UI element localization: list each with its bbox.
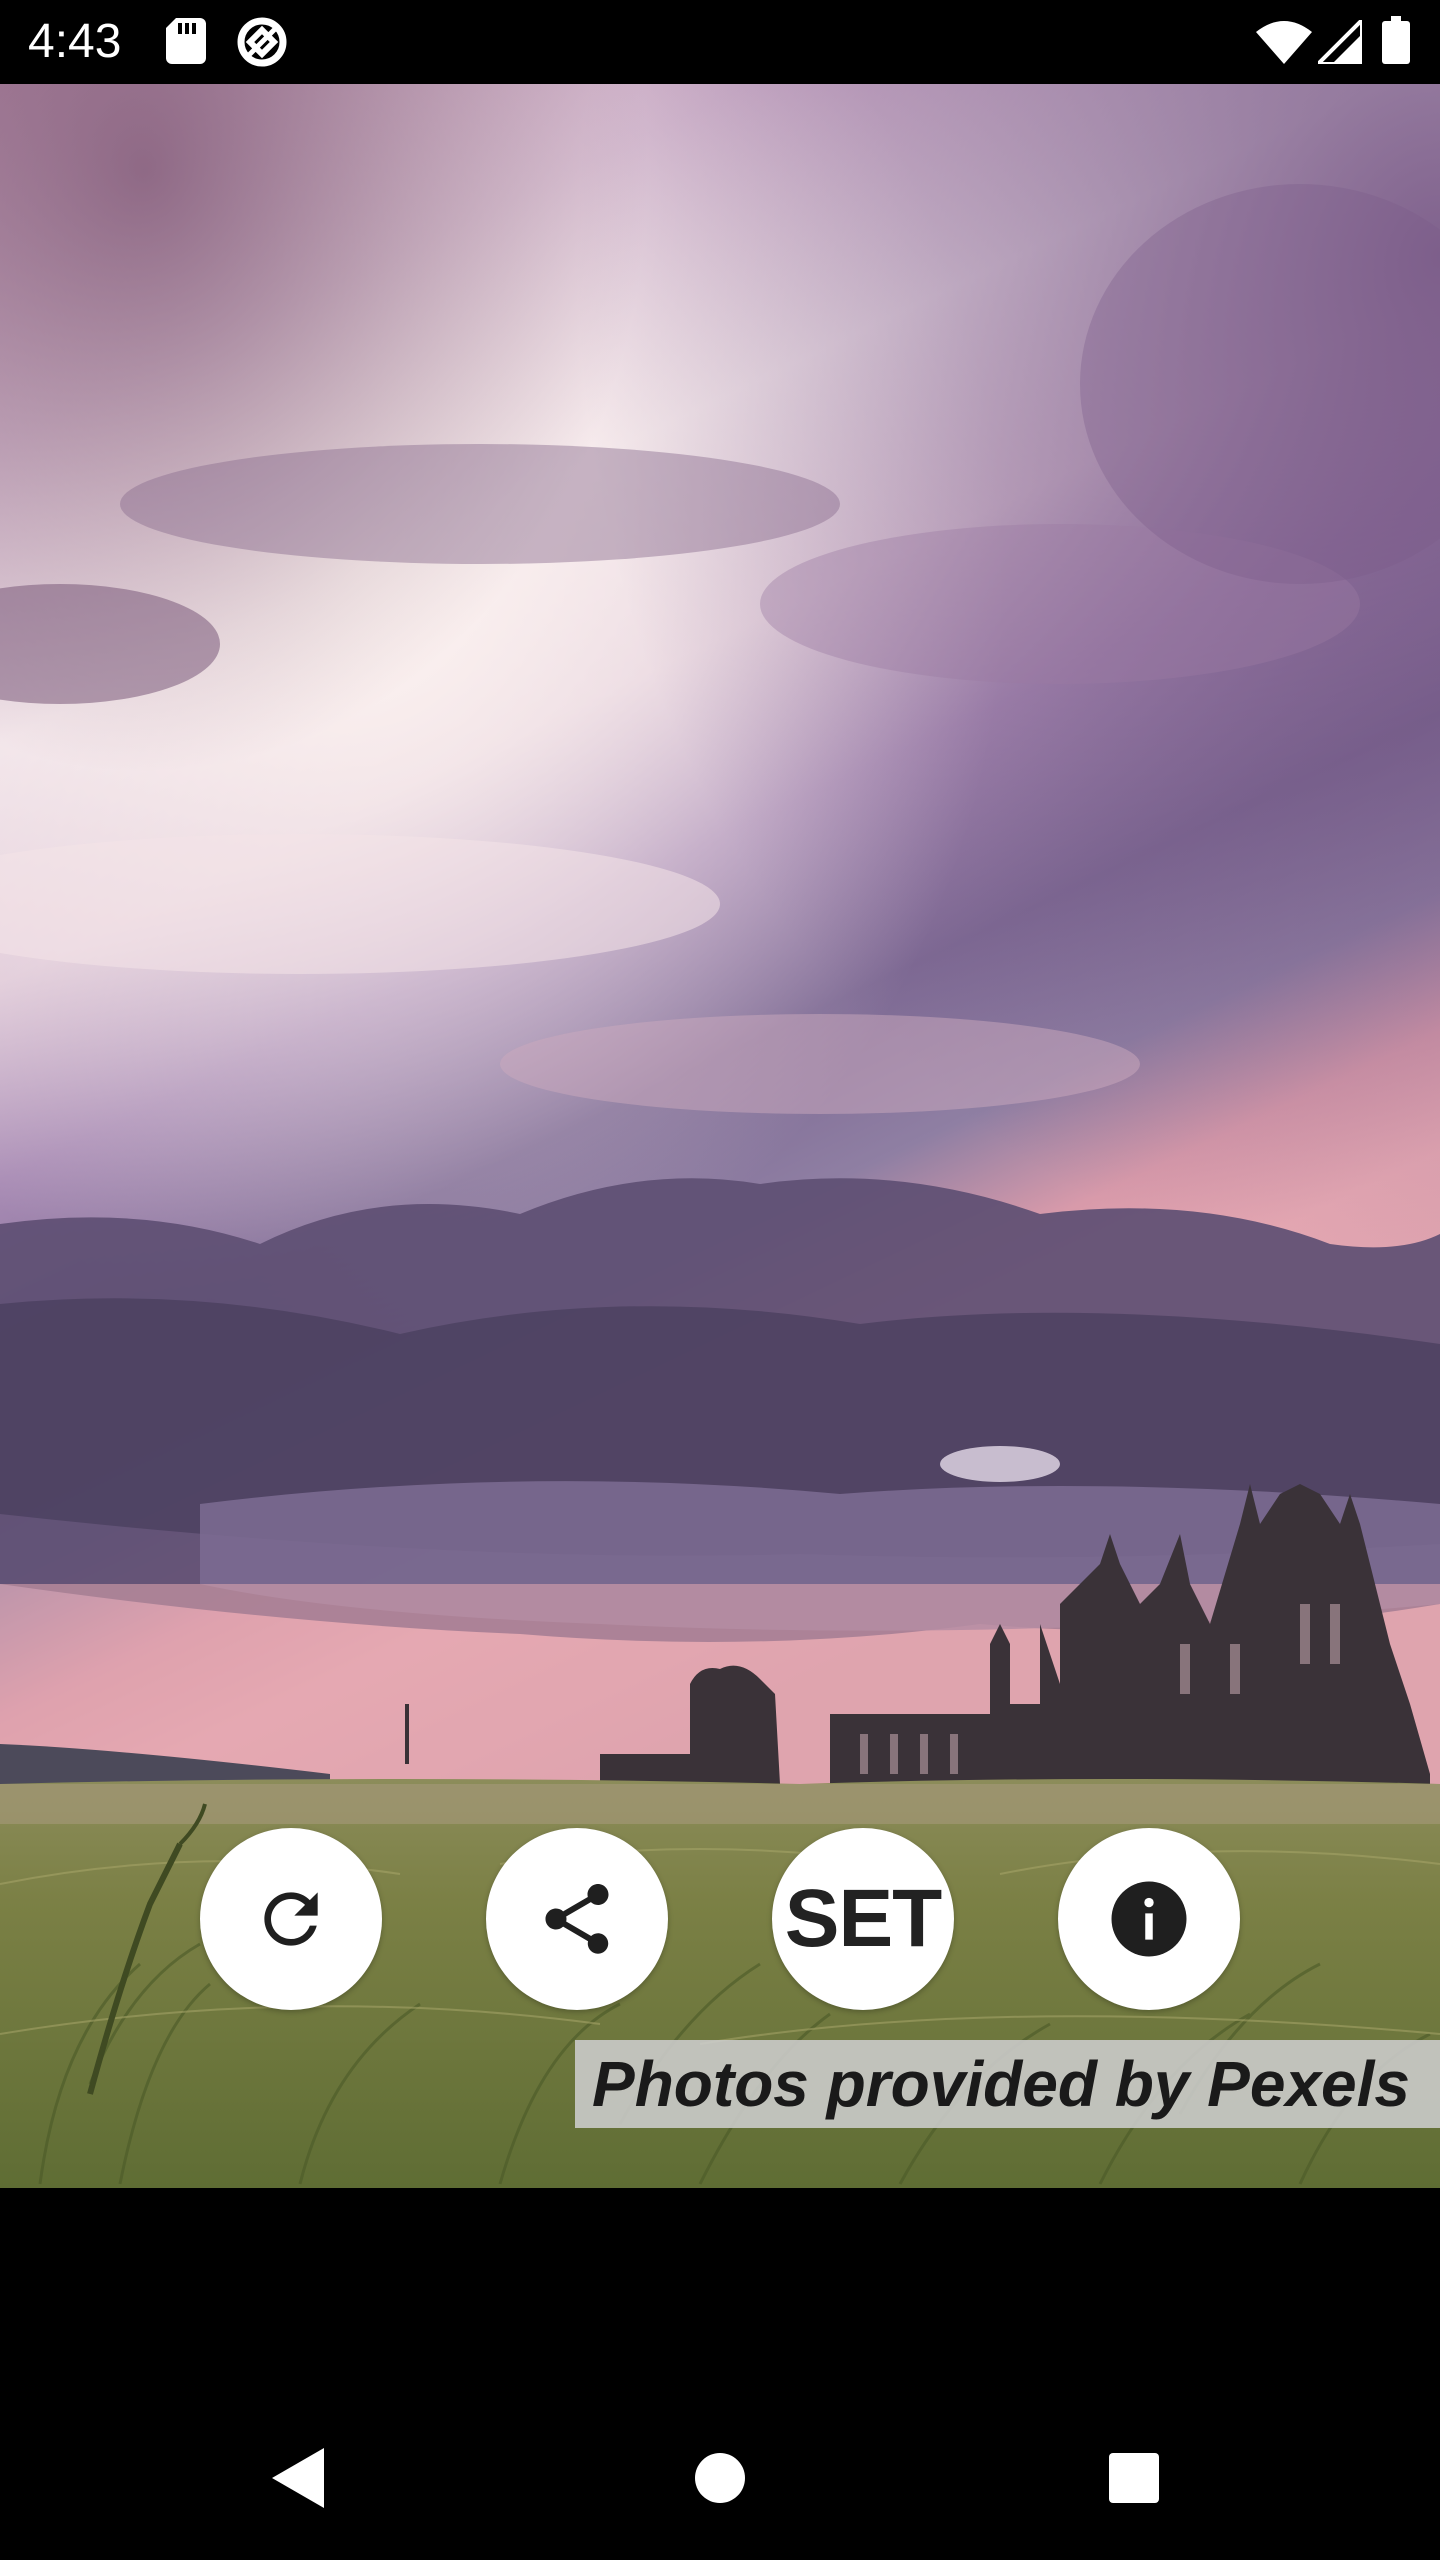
photo-credit-banner[interactable]: Photos provided by Pexels [575, 2040, 1440, 2128]
info-button[interactable] [1058, 1828, 1240, 2010]
data-saver-icon [236, 16, 288, 73]
cellular-signal-icon [1313, 15, 1364, 69]
home-button[interactable] [680, 2440, 760, 2520]
battery-icon [1382, 16, 1410, 69]
status-bar: 4:43 [0, 0, 1440, 84]
share-button[interactable] [486, 1828, 668, 2010]
refresh-icon [251, 1879, 331, 1959]
set-label: SET [784, 1873, 942, 1964]
back-button[interactable] [258, 2440, 338, 2520]
navigation-bar [0, 2400, 1440, 2560]
refresh-button[interactable] [200, 1828, 382, 2010]
sd-card-icon [166, 18, 206, 69]
set-wallpaper-button[interactable]: SET [772, 1828, 954, 2010]
status-time: 4:43 [28, 15, 122, 68]
share-icon [535, 1877, 619, 1961]
recents-button[interactable] [1094, 2440, 1174, 2520]
info-icon [1104, 1874, 1194, 1964]
back-icon [268, 2446, 328, 2515]
screen: 4:43 SET Photos provided by Pexels [0, 0, 1440, 2560]
home-icon [692, 2450, 748, 2511]
wifi-icon [1256, 20, 1312, 69]
recents-icon [1106, 2450, 1162, 2511]
photo-credit-text: Photos provided by Pexels [592, 2048, 1410, 2120]
